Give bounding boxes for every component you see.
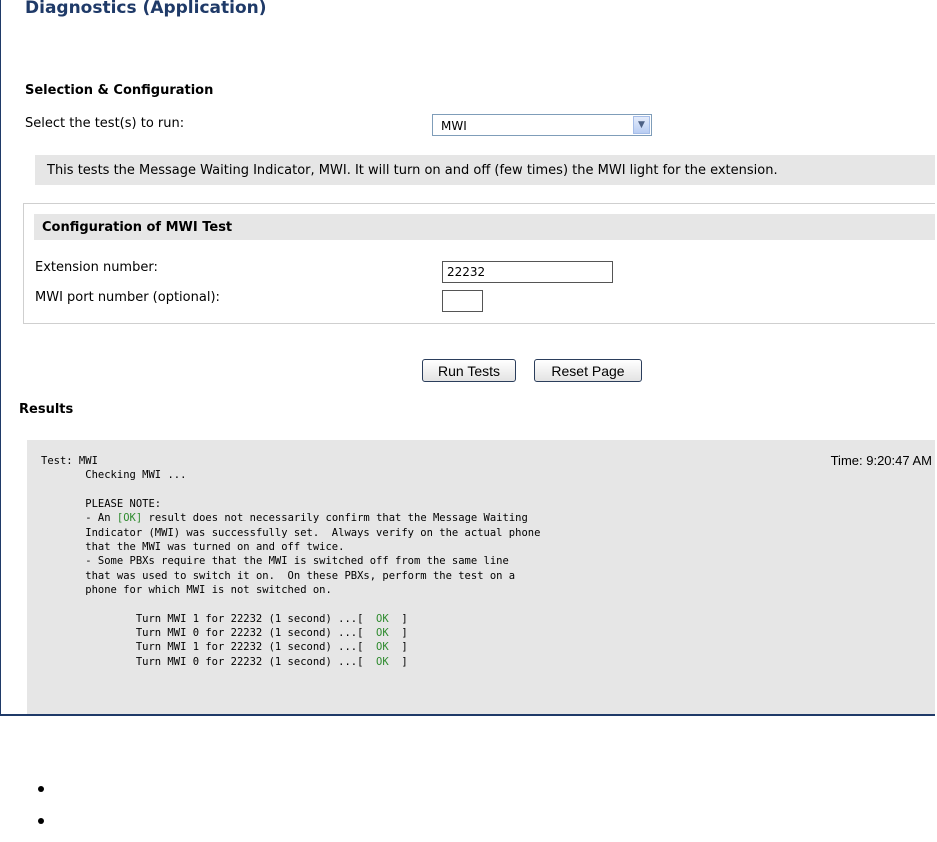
reset-page-button[interactable]: Reset Page	[534, 359, 642, 382]
log-line: phone for which MWI is not switched on.	[41, 584, 332, 596]
log-line-tail: ]	[401, 641, 408, 654]
ok-status: [OK]	[116, 512, 143, 525]
log-line-text: Turn MWI 0 for 22232 (1 second) ...[	[135, 627, 364, 640]
ok-status: OK	[363, 641, 402, 654]
results-time: Time: 9:20:47 AM	[830, 453, 932, 468]
log-line-tail: ]	[401, 655, 408, 668]
run-tests-button[interactable]: Run Tests	[422, 359, 516, 382]
log-line-text: that the MWI was turned on and off twice…	[85, 541, 345, 554]
log-line: Checking MWI ...	[41, 469, 186, 481]
log-line-tail: result does not necessarily confirm that…	[142, 512, 528, 525]
mwi-port-input[interactable]	[442, 290, 483, 312]
log-line-text: - An	[85, 512, 117, 525]
log-line-tail: ]	[401, 612, 408, 625]
test-description-text: This tests the Message Waiting Indicator…	[47, 163, 778, 178]
log-line: that was used to switch it on. On these …	[41, 570, 515, 582]
diagnostics-frame: Diagnostics (Application) Selection & Co…	[0, 0, 935, 716]
extension-input[interactable]	[442, 261, 613, 283]
chevron-down-icon[interactable]: ▼	[633, 116, 650, 134]
log-line-text: that was used to switch it on. On these …	[85, 569, 516, 582]
log-line-text: - Some PBXs require that the MWI is swit…	[85, 555, 509, 568]
bullet-dot-icon	[38, 786, 44, 792]
log-line: Turn MWI 1 for 22232 (1 second) ...[ OK …	[41, 613, 408, 625]
ok-status: OK	[363, 612, 402, 625]
log-line: PLEASE NOTE:	[41, 498, 161, 510]
bullet-dot-icon	[38, 818, 44, 824]
page-title: Diagnostics (Application)	[25, 0, 267, 18]
log-line-text: Indicator (MWI) was successfully set. Al…	[85, 526, 541, 539]
log-line-text: Turn MWI 1 for 22232 (1 second) ...[	[135, 612, 364, 625]
test-select-value: MWI	[441, 119, 467, 133]
log-line-text: phone for which MWI is not switched on.	[85, 584, 332, 597]
log-line: Test: MWI	[41, 455, 98, 467]
log-line-text: Checking MWI ...	[85, 469, 187, 482]
results-title: Results	[19, 402, 74, 417]
config-header-text: Configuration of MWI Test	[42, 220, 233, 235]
log-line-text: PLEASE NOTE:	[85, 498, 162, 511]
log-line: Indicator (MWI) was successfully set. Al…	[41, 527, 540, 539]
ok-status: OK	[363, 627, 402, 640]
mwi-port-label: MWI port number (optional):	[35, 290, 220, 305]
test-select-label: Select the test(s) to run:	[25, 116, 185, 131]
log-line: Turn MWI 1 for 22232 (1 second) ...[ OK …	[41, 641, 408, 653]
log-line-text: Test: MWI	[41, 455, 98, 467]
log-line: Turn MWI 0 for 22232 (1 second) ...[ OK …	[41, 656, 408, 668]
log-line: Turn MWI 0 for 22232 (1 second) ...[ OK …	[41, 627, 408, 639]
log-line-tail: ]	[401, 627, 408, 640]
section-title-selection: Selection & Configuration	[25, 83, 214, 98]
log-line: - An [OK] result does not necessarily co…	[41, 512, 528, 524]
results-panel: Time: 9:20:47 AM Test: MWI Checking MWI …	[27, 440, 935, 714]
log-line: - Some PBXs require that the MWI is swit…	[41, 555, 509, 567]
config-panel: Configuration of MWI Test Extension numb…	[23, 203, 935, 324]
log-line-text: Turn MWI 0 for 22232 (1 second) ...[	[135, 655, 364, 668]
log-line-text: Turn MWI 1 for 22232 (1 second) ...[	[135, 641, 364, 654]
ok-status: OK	[363, 655, 402, 668]
extension-label: Extension number:	[35, 260, 158, 275]
config-header: Configuration of MWI Test	[34, 214, 935, 240]
test-description: This tests the Message Waiting Indicator…	[35, 155, 935, 185]
results-log: Test: MWI Checking MWI ... PLEASE NOTE: …	[41, 454, 540, 669]
log-line: that the MWI was turned on and off twice…	[41, 541, 344, 553]
test-select[interactable]: MWI ▼	[432, 114, 652, 136]
